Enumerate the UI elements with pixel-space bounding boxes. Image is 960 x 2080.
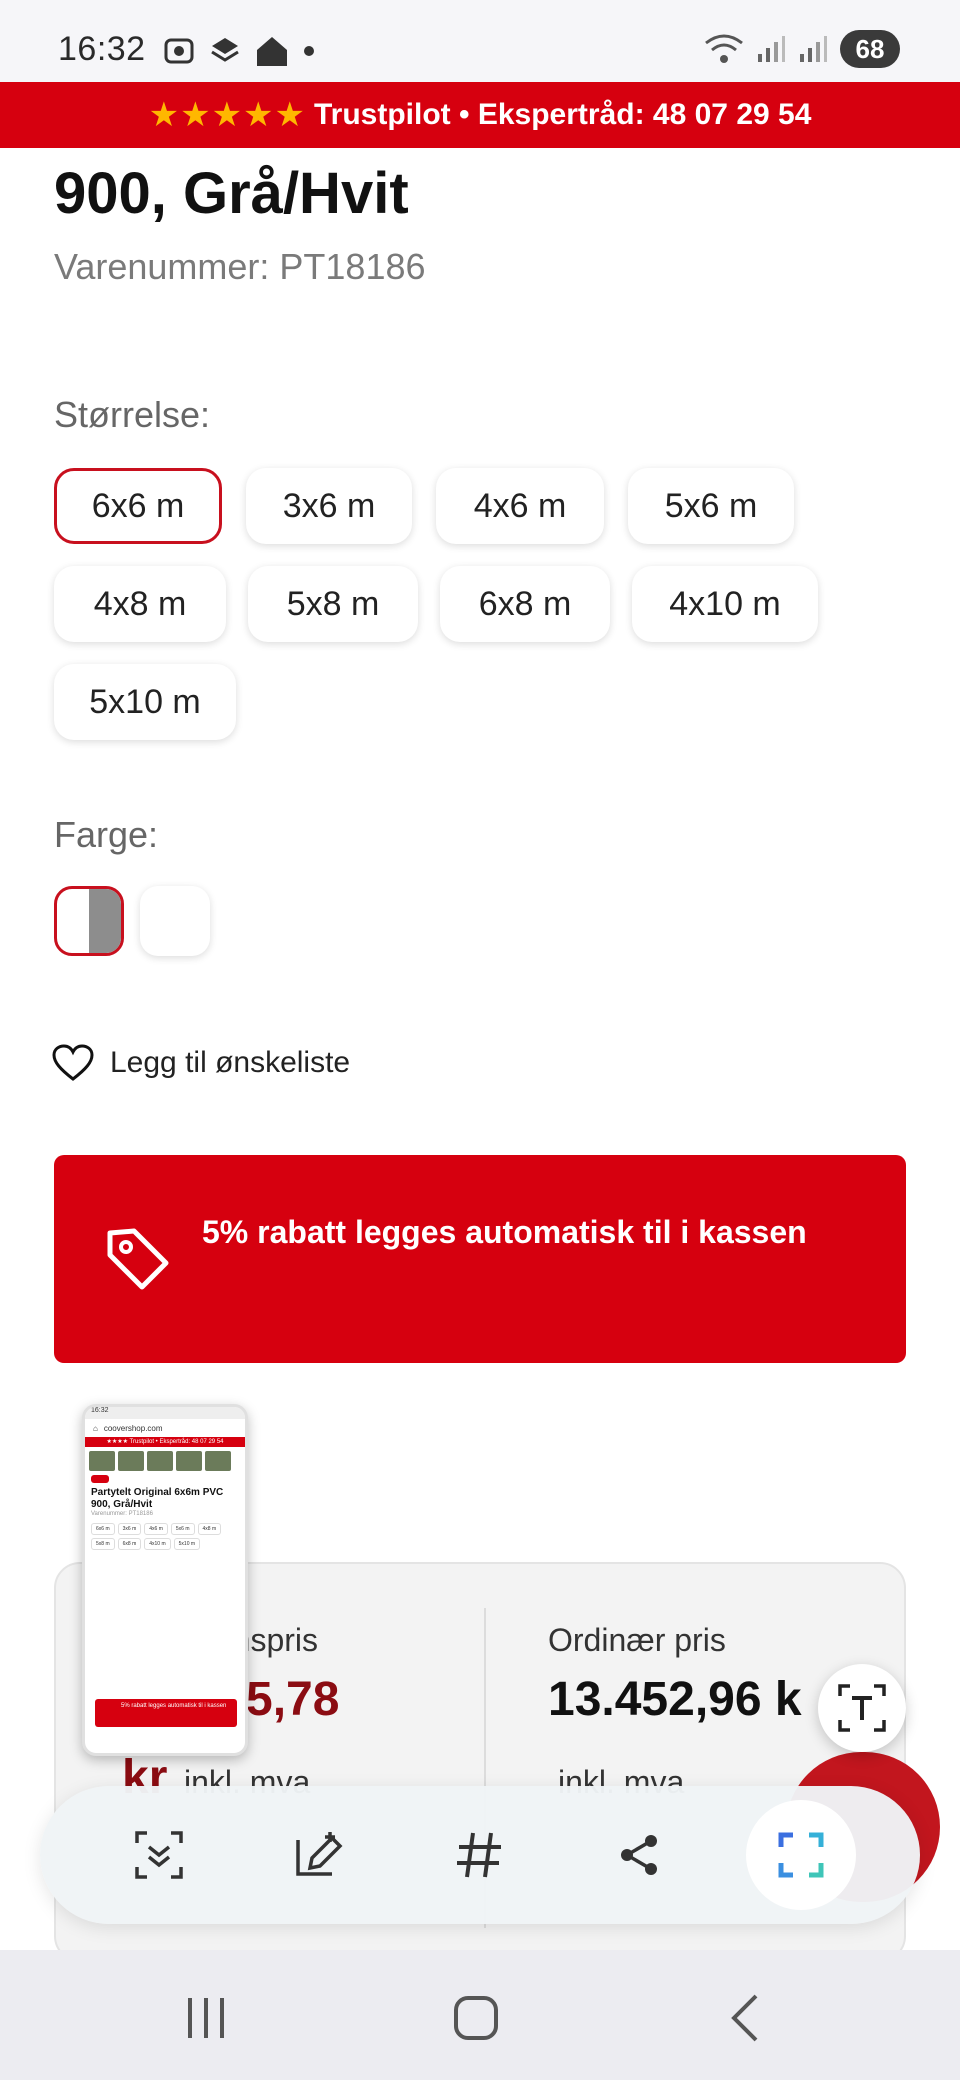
signal-icon (758, 36, 785, 62)
size-option-3x6[interactable]: 3x6 m (246, 468, 412, 544)
thumb-url: coovershop.com (103, 1423, 163, 1433)
battery-icon: 68 (840, 30, 900, 68)
status-icons-right: 68 (704, 30, 900, 68)
thumb-size-chips: 6x6 m 3x6 m 4x6 m 5x6 m 4x8 m 5x8 m 6x8 … (85, 1517, 245, 1556)
discount-text: 5% rabatt legges automatisk til i kassen (202, 1214, 807, 1250)
thumb-status: 16:32 (85, 1407, 245, 1419)
edit-icon (296, 1832, 343, 1876)
thumb-chip: 6x8 m (117, 1538, 142, 1550)
status-bar: 16:32 68 (0, 0, 960, 82)
thumb-image (205, 1451, 231, 1471)
thumb-trust: ★★★★ Trustpilot • Ekspertråd: 48 07 29 5… (85, 1437, 245, 1447)
hashtag-icon (457, 1832, 501, 1878)
trust-banner-text: Trustpilot • Ekspertråd: 48 07 29 54 (314, 98, 812, 131)
wifi-icon (705, 34, 743, 63)
thumb-promo: 5% rabatt legges automatisk til i kassen (95, 1699, 237, 1727)
size-option-5x8[interactable]: 5x8 m (248, 566, 418, 642)
size-option-5x10[interactable]: 5x10 m (54, 664, 236, 740)
regular-price-value: 13.452,96 k (548, 1673, 802, 1726)
thumb-chip: 6x6 m (91, 1523, 115, 1535)
thumb-chip: 5x6 m (170, 1523, 195, 1535)
hashtag-button[interactable] (438, 1814, 520, 1896)
dot-icon (304, 46, 314, 56)
thumb-badge (91, 1475, 109, 1483)
size-option-6x8[interactable]: 6x8 m (440, 566, 610, 642)
thumb-chip: 5x8 m (91, 1538, 115, 1550)
wishlist-button[interactable]: Legg til ønskeliste (52, 1044, 350, 1082)
screenshot-icon (164, 38, 194, 64)
trustpilot-banner[interactable]: ★★★★★ Trustpilot • Ekspertråd: 48 07 29 … (0, 82, 960, 148)
status-time: 16:32 (58, 30, 146, 68)
size-label: Størrelse: (54, 394, 211, 435)
thumb-home-icon: ⌂ (93, 1423, 98, 1433)
size-option-6x6[interactable]: 6x6 m (54, 468, 222, 544)
scroll-capture-icon (135, 1831, 183, 1879)
back-icon (731, 1994, 758, 2042)
wishlist-label: Legg til ønskeliste (110, 1046, 351, 1079)
regular-price-label: Ordinær pris (548, 1622, 726, 1658)
screenshot-thumbnail[interactable]: 16:32 ⌂ coovershop.com ★★★★ Trustpilot •… (82, 1404, 248, 1756)
share-icon (621, 1835, 657, 1875)
smart-select-button[interactable] (746, 1800, 856, 1910)
thumb-image (89, 1451, 115, 1471)
navigation-bar (0, 1950, 960, 2080)
thumb-chip: 4x10 m (144, 1538, 171, 1550)
product-sku: Varenummer: PT18186 (54, 246, 426, 287)
extract-text-button[interactable] (818, 1664, 906, 1752)
size-option-4x6[interactable]: 4x6 m (436, 468, 604, 544)
heart-icon (52, 1044, 94, 1081)
thumb-chip: 3x6 m (117, 1523, 142, 1535)
screenshot-toolbar (40, 1786, 920, 1924)
tag-icon (107, 1228, 169, 1290)
thumb-image (118, 1451, 144, 1471)
home-button[interactable] (446, 1988, 506, 2048)
recent-apps-button[interactable] (176, 1988, 236, 2048)
size-option-5x6[interactable]: 5x6 m (628, 468, 794, 544)
thumb-chip: 5x10 m (173, 1538, 201, 1550)
color-swatch-gra-hvit[interactable] (54, 886, 124, 956)
product-title: 900, Grå/Hvit (54, 161, 409, 226)
text-extract-icon (838, 1684, 886, 1732)
size-option-4x8[interactable]: 4x8 m (54, 566, 226, 642)
thumb-image (147, 1451, 173, 1471)
edit-button[interactable] (278, 1814, 360, 1896)
signal-icon-2 (800, 36, 827, 62)
discount-banner: 5% rabatt legges automatisk til i kassen (54, 1155, 906, 1363)
home-nav-icon (454, 1996, 498, 2040)
rating-stars: ★★★★★ (148, 96, 307, 134)
color-swatch-hvit[interactable] (140, 886, 210, 956)
color-label: Farge: (54, 814, 159, 855)
scroll-capture-button[interactable] (118, 1814, 200, 1896)
layers-icon (211, 38, 239, 62)
thumb-chip: 4x8 m (197, 1523, 222, 1535)
size-option-4x10[interactable]: 4x10 m (632, 566, 818, 642)
thumb-chip: 4x6 m (144, 1523, 168, 1535)
recent-apps-icon (188, 1998, 224, 2038)
smart-select-icon (778, 1832, 824, 1878)
back-button[interactable] (716, 1988, 776, 2048)
share-button[interactable] (598, 1814, 680, 1896)
screen: 16:32 68 ★★★★★ Trustpilot • Ekspertråd: … (0, 0, 960, 2080)
thumb-title: Partytelt Original 6x6m PVC 900, Grå/Hvi… (91, 1487, 224, 1510)
thumb-url-bar: ⌂ coovershop.com (85, 1419, 245, 1437)
thumb-gallery (85, 1447, 245, 1475)
thumb-image (176, 1451, 202, 1471)
home-icon (257, 37, 287, 66)
status-icons-left (162, 34, 316, 68)
swatch-grey-half (89, 889, 121, 953)
